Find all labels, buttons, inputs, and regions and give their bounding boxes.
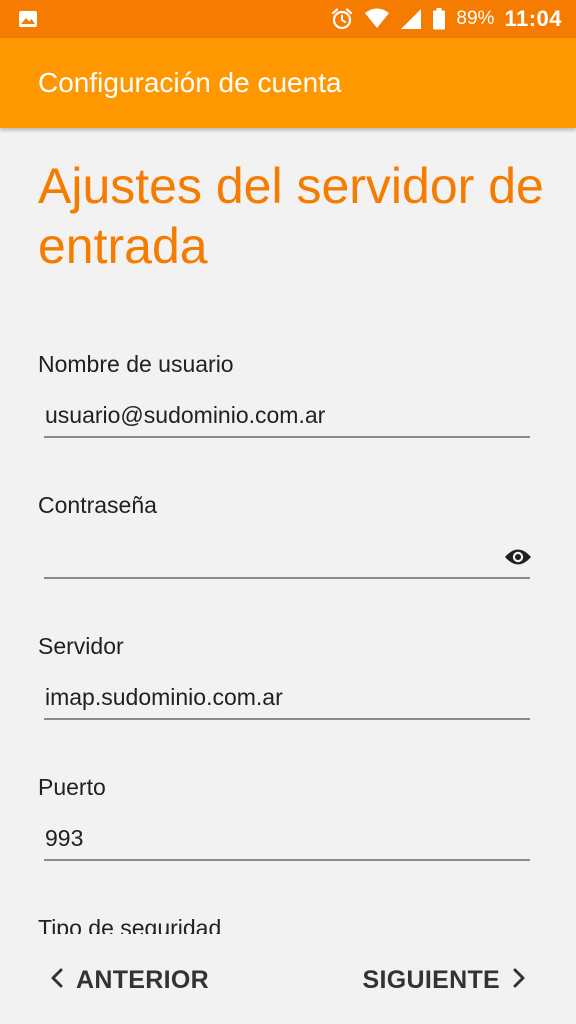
username-label: Nombre de usuario bbox=[38, 351, 234, 377]
port-label: Puerto bbox=[38, 774, 106, 800]
page-title: Ajustes del servidor de entrada bbox=[38, 158, 544, 274]
wifi-icon bbox=[364, 8, 390, 30]
next-button[interactable]: SIGUIENTE bbox=[363, 964, 526, 996]
show-password-eye-icon[interactable] bbox=[504, 547, 532, 567]
clock: 11:04 bbox=[504, 6, 562, 31]
status-icons: 89% 11:04 bbox=[330, 0, 562, 38]
password-field[interactable] bbox=[44, 535, 530, 579]
form-content[interactable]: Ajustes del servidor de entrada Nombre d… bbox=[0, 128, 576, 934]
app-bar: Configuración de cuenta bbox=[0, 38, 576, 128]
chevron-right-icon bbox=[512, 966, 526, 995]
signal-icon bbox=[400, 8, 422, 30]
chevron-left-icon bbox=[50, 966, 64, 995]
battery-percent: 89% bbox=[456, 8, 495, 29]
alarm-icon bbox=[330, 7, 354, 31]
password-label: Contraseña bbox=[38, 492, 157, 518]
previous-button-label: ANTERIOR bbox=[76, 965, 209, 994]
username-field[interactable] bbox=[44, 394, 530, 438]
next-button-label: SIGUIENTE bbox=[362, 965, 500, 994]
app-title: Configuración de cuenta bbox=[38, 67, 342, 98]
security-type-label: Tipo de seguridad bbox=[38, 915, 222, 934]
server-label: Servidor bbox=[38, 633, 124, 659]
status-bar: 89% 11:04 bbox=[0, 0, 576, 38]
image-icon bbox=[18, 9, 38, 29]
port-field[interactable] bbox=[44, 817, 530, 861]
battery-icon bbox=[432, 8, 446, 30]
previous-button[interactable]: ANTERIOR bbox=[50, 964, 209, 996]
server-field[interactable] bbox=[44, 676, 530, 720]
bottom-navigation: ANTERIOR SIGUIENTE bbox=[0, 934, 576, 1024]
